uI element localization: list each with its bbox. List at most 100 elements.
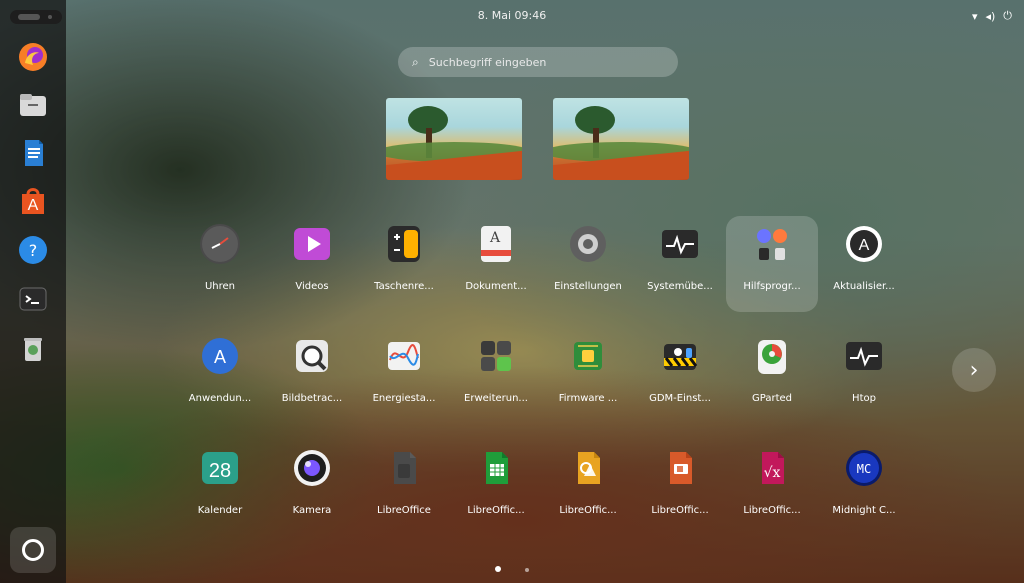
dock-libreoffice-writer[interactable] bbox=[14, 134, 52, 172]
files-icon bbox=[14, 86, 52, 124]
htop-icon bbox=[842, 334, 886, 378]
app-midnight-commander[interactable]: MC Midnight C... bbox=[818, 440, 910, 536]
settings-icon bbox=[566, 222, 610, 266]
app-label: Systemübe... bbox=[647, 281, 713, 292]
search-placeholder: Suchbegriff eingeben bbox=[428, 55, 547, 69]
page-dot-inactive[interactable] bbox=[524, 568, 529, 572]
app-htop[interactable]: Htop bbox=[818, 328, 910, 424]
app-label: Dokument... bbox=[465, 281, 527, 292]
chevron-right-icon: › bbox=[969, 357, 979, 383]
app-libreoffice-impress[interactable]: LibreOffic... bbox=[634, 440, 726, 536]
svg-text:A: A bbox=[28, 197, 39, 214]
app-einstellungen[interactable]: Einstellungen bbox=[542, 216, 634, 312]
app-label: Energiesta... bbox=[372, 393, 436, 404]
app-label: Uhren bbox=[204, 281, 236, 292]
app-label: Firmware ... bbox=[558, 393, 618, 404]
svg-text:?: ? bbox=[29, 241, 38, 260]
wifi-icon[interactable]: ▾ bbox=[972, 10, 978, 23]
system-monitor-icon bbox=[658, 222, 702, 266]
software-updater-icon: A bbox=[842, 222, 886, 266]
image-viewer-icon bbox=[290, 334, 334, 378]
svg-text:A: A bbox=[859, 237, 870, 254]
calendar-day: 28 bbox=[209, 460, 231, 482]
volume-icon[interactable]: ◂) bbox=[985, 10, 995, 23]
app-label: Midnight C... bbox=[832, 505, 896, 516]
system-tray[interactable]: ▾ ◂) ⏻ bbox=[972, 9, 1012, 23]
libreoffice-writer-icon bbox=[14, 134, 52, 172]
app-anwendungen[interactable]: A Anwendun... bbox=[174, 328, 266, 424]
search-icon: ⌕ bbox=[412, 54, 419, 69]
app-label: Erweiterun... bbox=[464, 393, 528, 404]
app-label: Videos bbox=[295, 281, 329, 292]
workspace-thumbnail-1[interactable] bbox=[386, 98, 522, 180]
app-label: LibreOffic... bbox=[467, 505, 525, 516]
dock-terminal[interactable] bbox=[14, 280, 52, 318]
libreoffice-icon bbox=[382, 446, 426, 490]
firefox-icon bbox=[14, 38, 52, 76]
dock-trash[interactable] bbox=[14, 329, 52, 367]
app-firmware[interactable]: Firmware ... bbox=[542, 328, 634, 424]
svg-text:A: A bbox=[214, 347, 226, 367]
app-gdm-einstellungen[interactable]: GDM-Einst... bbox=[634, 328, 726, 424]
libreoffice-calc-icon bbox=[474, 446, 518, 490]
mc-icon-text: MC bbox=[857, 462, 871, 476]
app-taschenrechner[interactable]: Taschenre... bbox=[358, 216, 450, 312]
app-videos[interactable]: Videos bbox=[266, 216, 358, 312]
power-icon[interactable]: ⏻ bbox=[1003, 9, 1012, 23]
app-kalender[interactable]: 28 Kalender bbox=[174, 440, 266, 536]
midnight-commander-icon: MC bbox=[842, 446, 886, 490]
date-time[interactable]: 8. Mai 09:46 bbox=[0, 9, 1024, 22]
extensions-icon bbox=[474, 334, 518, 378]
videos-icon bbox=[290, 222, 334, 266]
app-label: Htop bbox=[852, 393, 876, 404]
app-bildbetrachter[interactable]: Bildbetrac... bbox=[266, 328, 358, 424]
app-erweiterungen[interactable]: Erweiterun... bbox=[450, 328, 542, 424]
app-libreoffice-draw[interactable]: LibreOffic... bbox=[542, 440, 634, 536]
calendar-icon: 28 bbox=[198, 446, 242, 490]
app-label: Taschenre... bbox=[374, 281, 434, 292]
libreoffice-math-icon: √x bbox=[750, 446, 794, 490]
trash-icon bbox=[14, 329, 52, 367]
dock-help[interactable]: ? bbox=[14, 231, 52, 269]
app-energiestatistik[interactable]: Energiesta... bbox=[358, 328, 450, 424]
app-libreoffice-calc[interactable]: LibreOffic... bbox=[450, 440, 542, 536]
terminal-icon bbox=[14, 280, 52, 318]
firmware-icon bbox=[566, 334, 610, 378]
calculator-icon bbox=[382, 222, 426, 266]
app-label: LibreOffice bbox=[377, 505, 431, 516]
document-viewer-icon: A bbox=[474, 222, 518, 266]
app-center-icon: A bbox=[14, 182, 52, 220]
app-kamera[interactable]: Kamera bbox=[266, 440, 358, 536]
app-grid: Uhren Videos Taschenre... A Dokument... … bbox=[174, 216, 934, 528]
app-label: LibreOffic... bbox=[651, 505, 709, 516]
dock-app-center[interactable]: A bbox=[14, 182, 52, 220]
dock-firefox[interactable] bbox=[14, 38, 52, 76]
app-label: Kalender bbox=[197, 505, 243, 516]
utilities-folder-icon bbox=[750, 222, 794, 266]
ubuntu-logo-icon bbox=[22, 539, 44, 561]
app-aktualisierungsverwaltung[interactable]: A Aktualisier... bbox=[818, 216, 910, 312]
app-label: LibreOffic... bbox=[743, 505, 801, 516]
app-label: GParted bbox=[752, 393, 792, 404]
svg-text:A: A bbox=[489, 230, 501, 246]
gdm-settings-icon bbox=[658, 334, 702, 378]
page-dot-active[interactable] bbox=[495, 566, 502, 572]
app-label: Anwendun... bbox=[188, 393, 252, 404]
dock-files[interactable] bbox=[14, 86, 52, 124]
svg-text:√x: √x bbox=[764, 465, 781, 481]
power-statistics-icon bbox=[382, 334, 426, 378]
app-folder-hilfsprogramme[interactable]: Hilfsprogr... bbox=[726, 216, 818, 312]
clock-icon bbox=[198, 222, 242, 266]
app-label: Hilfsprogr... bbox=[743, 281, 801, 292]
workspace-thumbnail-2[interactable] bbox=[553, 98, 689, 180]
next-page-button[interactable]: › bbox=[952, 348, 996, 392]
app-uhren[interactable]: Uhren bbox=[174, 216, 266, 312]
app-gparted[interactable]: GParted bbox=[726, 328, 818, 424]
page-indicator bbox=[0, 564, 1024, 575]
app-label: Einstellungen bbox=[554, 281, 622, 292]
app-systemuebersicht[interactable]: Systemübe... bbox=[634, 216, 726, 312]
search-bar[interactable]: ⌕ Suchbegriff eingeben bbox=[398, 47, 678, 77]
app-libreoffice-math[interactable]: √x LibreOffic... bbox=[726, 440, 818, 536]
app-libreoffice[interactable]: LibreOffice bbox=[358, 440, 450, 536]
app-dokumentenbetrachter[interactable]: A Dokument... bbox=[450, 216, 542, 312]
